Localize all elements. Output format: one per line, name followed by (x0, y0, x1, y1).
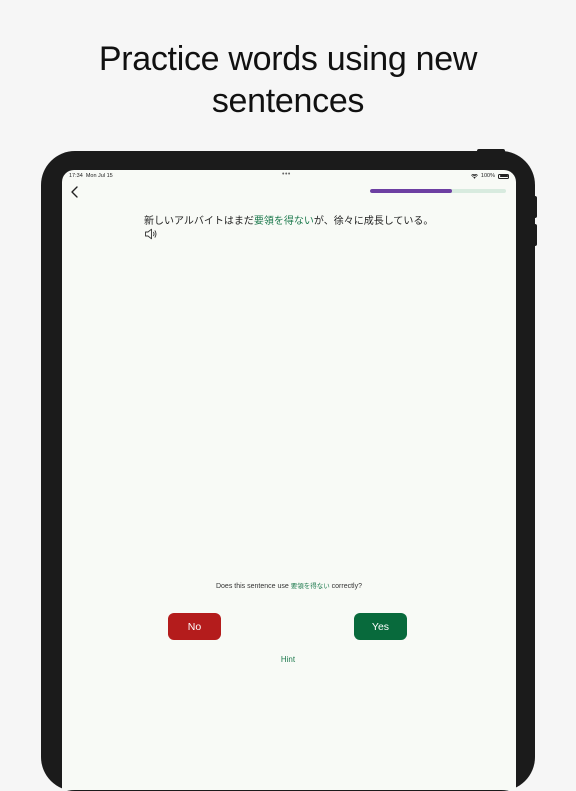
volume-down-button (533, 224, 537, 246)
usage-question: Does this sentence use 要領を得ない correctly? (62, 580, 516, 590)
sentence-before: 新しいアルバイトはまだ (144, 216, 254, 227)
status-bar: 17:34 Mon Jul 15 ••• 100% (62, 170, 516, 182)
promo-headline-line1: Practice words using new (98, 40, 478, 78)
status-time: 17:34 Mon Jul 15 (69, 173, 113, 179)
power-button (477, 149, 505, 153)
no-button[interactable]: No (168, 613, 221, 640)
speaker-icon (145, 228, 157, 240)
lesson-progress-fill (370, 189, 452, 193)
promo-headline: Practice words using new sentences (0, 38, 576, 122)
chevron-left-icon (71, 186, 78, 198)
battery-percent: 100% (480, 173, 495, 179)
status-indicators: 100% (470, 173, 509, 179)
play-audio-button[interactable] (144, 227, 158, 240)
battery-icon (498, 173, 509, 179)
question-target-word: 要領を得ない (290, 582, 330, 590)
status-date: Mon Jul 15 (85, 173, 113, 179)
status-clock: 17:34 (69, 173, 83, 179)
yes-button[interactable]: Yes (354, 613, 407, 640)
question-after: correctly? (329, 583, 362, 590)
hint-button[interactable]: Hint (62, 655, 514, 664)
volume-up-button (533, 196, 537, 218)
lesson-progress-bar (370, 189, 506, 193)
promo-headline-line2: sentences (211, 82, 365, 120)
practice-sentence: 新しいアルバイトはまだ要領を得ないが、徐々に成長している。 (144, 212, 433, 227)
sentence-target-word: 要領を得ない (253, 216, 314, 227)
back-button[interactable] (67, 184, 83, 200)
app-screen: 17:34 Mon Jul 15 ••• 100% 新しいアルバイトはまだ要領を… (62, 170, 516, 790)
question-before: Does this sentence use (215, 583, 291, 590)
multitasking-dots[interactable]: ••• (282, 171, 291, 178)
wifi-icon (470, 173, 478, 179)
sentence-after: が、徐々に成長している。 (313, 216, 434, 227)
